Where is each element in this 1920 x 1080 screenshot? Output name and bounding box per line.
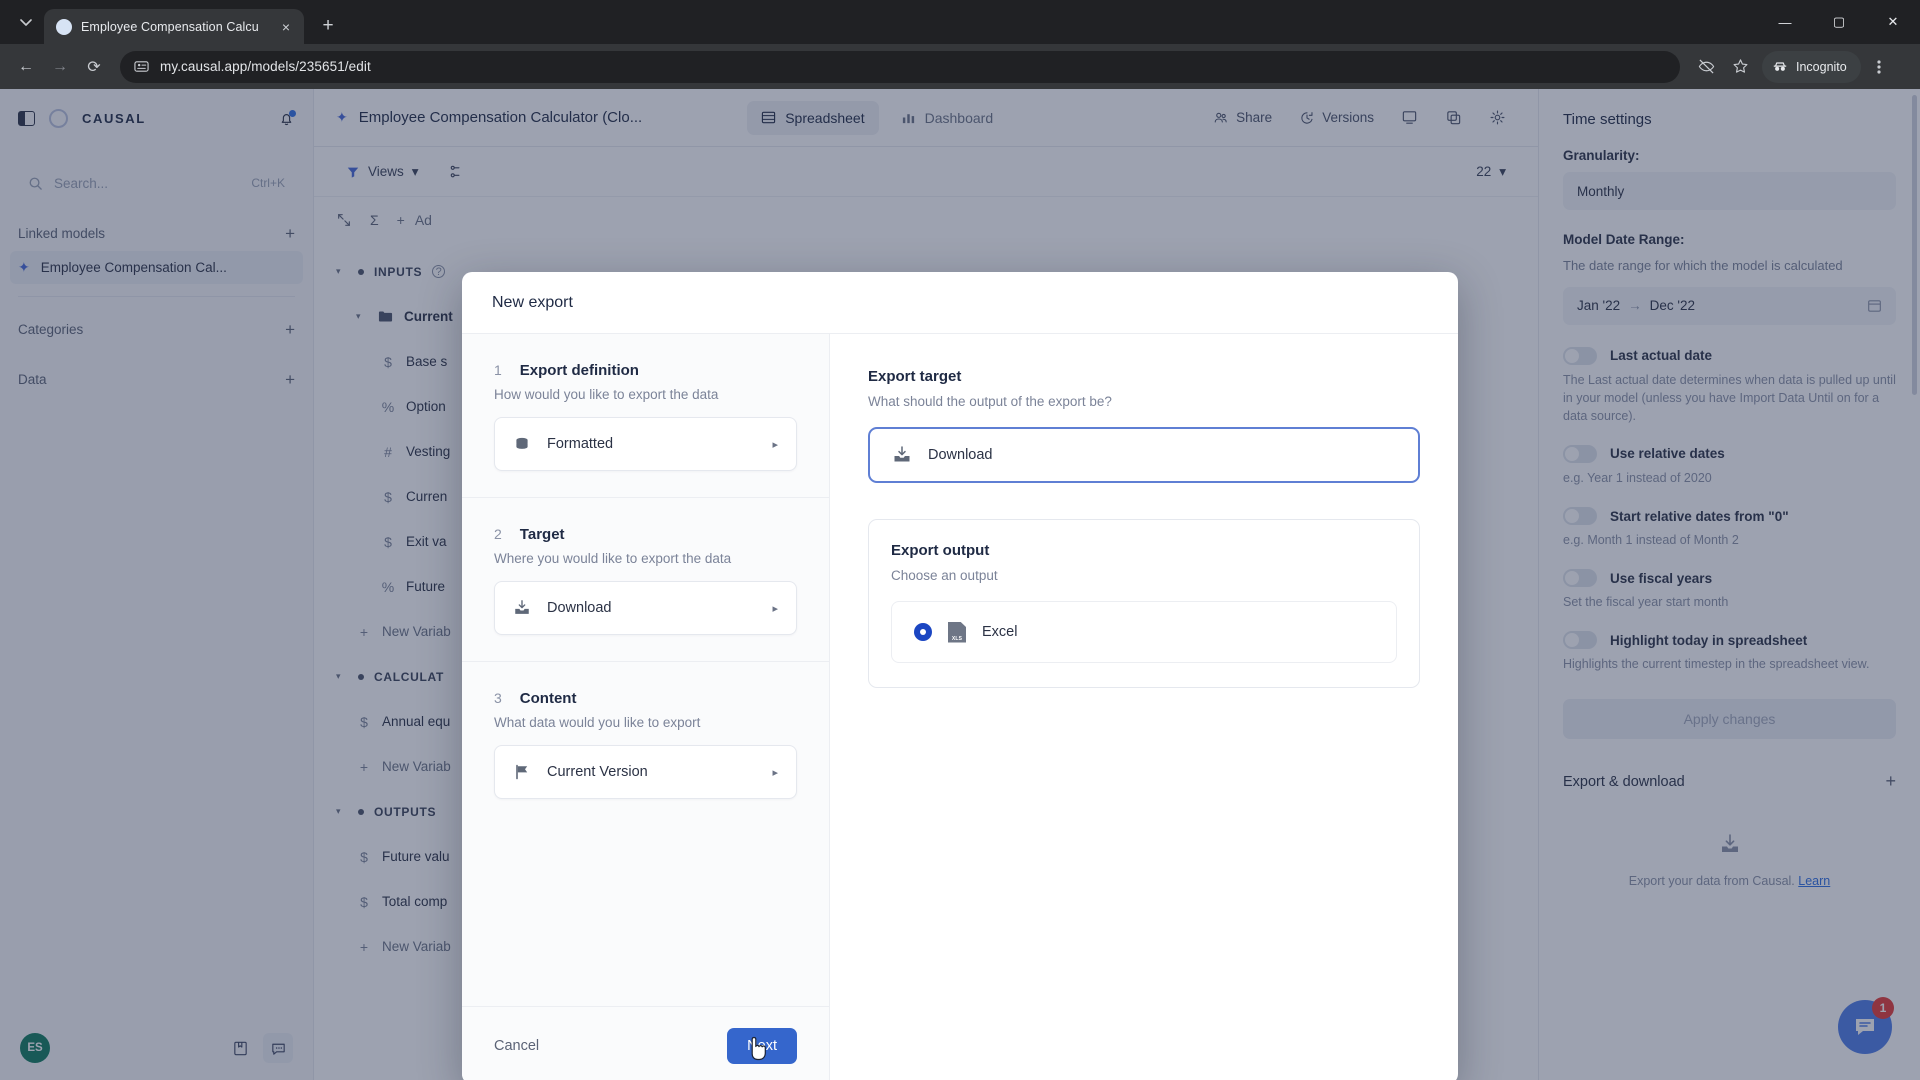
step-subtitle: Where you would like to export the data: [494, 551, 732, 566]
modal-title: New export: [462, 272, 1458, 334]
xls-file-icon: XLS: [948, 621, 966, 643]
export-output-title: Export output: [891, 542, 990, 559]
flag-icon: [513, 763, 531, 781]
content-value: Current Version: [547, 764, 648, 780]
new-export-modal: New export 1 Export definition How would…: [462, 272, 1458, 1080]
export-target-value: Download: [928, 447, 993, 463]
step-number: 3: [494, 690, 502, 706]
download-icon: [513, 599, 531, 617]
download-icon: [892, 445, 912, 465]
export-output-option-excel[interactable]: XLS Excel: [891, 601, 1397, 663]
database-icon: [513, 435, 531, 453]
export-output-option-label: Excel: [982, 624, 1018, 640]
modal-footer: Cancel Next: [462, 1006, 829, 1080]
url-text: my.causal.app/models/235651/edit: [160, 59, 371, 74]
export-definition-select[interactable]: Formatted ▸: [494, 417, 797, 471]
xls-file-icon-text: XLS: [951, 635, 963, 642]
browser-tab[interactable]: Employee Compensation Calcu ×: [44, 9, 304, 44]
app-viewport: CAUSAL Search... Ctrl+K Linked models + …: [0, 89, 1920, 1080]
browser-chrome: Employee Compensation Calcu × + — ▢ ✕ ← …: [0, 0, 1920, 89]
eye-off-icon[interactable]: [1690, 51, 1722, 83]
step-number: 1: [494, 362, 502, 378]
tab-close-icon[interactable]: ×: [276, 17, 296, 37]
back-icon[interactable]: ←: [10, 51, 42, 83]
chevron-right-icon: ▸: [772, 438, 778, 451]
export-target-option-download[interactable]: Download: [868, 427, 1420, 483]
address-bar[interactable]: my.causal.app/models/235651/edit: [120, 50, 1680, 83]
next-button-label: Next: [747, 1037, 777, 1054]
tab-search-icon[interactable]: [12, 8, 40, 36]
target-value: Download: [547, 600, 612, 616]
tab-strip: Employee Compensation Calcu × + — ▢ ✕: [0, 0, 1920, 44]
step-target: 2 Target Where you would like to export …: [462, 498, 829, 662]
content-select[interactable]: Current Version ▸: [494, 745, 797, 799]
step-title: Export definition: [519, 362, 639, 379]
next-button[interactable]: Next: [727, 1027, 797, 1064]
window-minimize-button[interactable]: —: [1758, 0, 1812, 44]
cancel-button[interactable]: Cancel: [494, 1038, 539, 1054]
star-icon[interactable]: [1724, 51, 1756, 83]
window-close-button[interactable]: ✕: [1866, 0, 1920, 44]
step-subtitle: What data would you like to export: [494, 715, 701, 730]
new-tab-button[interactable]: +: [314, 12, 342, 40]
step-title: Content: [519, 690, 577, 707]
export-output-subtitle: Choose an output: [891, 568, 998, 583]
radio-selected-icon[interactable]: [914, 623, 932, 641]
modal-detail-panel: Export target What should the output of …: [830, 334, 1458, 1080]
export-target-subtitle: What should the output of the export be?: [868, 394, 1112, 409]
step-subtitle: How would you like to export the data: [494, 387, 719, 402]
target-select[interactable]: Download ▸: [494, 581, 797, 635]
modal-steps-panel: 1 Export definition How would you like t…: [462, 334, 830, 1080]
forward-icon[interactable]: →: [44, 51, 76, 83]
kebab-menu-icon[interactable]: [1863, 51, 1895, 83]
tab-favicon-icon: [56, 18, 72, 35]
chevron-right-icon: ▸: [772, 766, 778, 779]
window-maximize-button[interactable]: ▢: [1812, 0, 1866, 44]
step-number: 2: [494, 526, 502, 542]
step-export-definition: 1 Export definition How would you like t…: [462, 334, 829, 498]
step-content: 3 Content What data would you like to ex…: [462, 662, 829, 825]
step-title: Target: [519, 526, 565, 543]
export-definition-value: Formatted: [547, 436, 614, 452]
chevron-right-icon: ▸: [772, 602, 778, 615]
export-target-title: Export target: [868, 368, 962, 385]
incognito-label: Incognito: [1796, 59, 1847, 74]
tab-title: Employee Compensation Calcu: [81, 19, 259, 34]
export-output-card: Export output Choose an output XLS Excel: [868, 519, 1420, 688]
incognito-profile-button[interactable]: Incognito: [1762, 50, 1861, 83]
window-controls: — ▢ ✕: [1758, 0, 1920, 44]
browser-toolbar: ← → ⟳ my.causal.app/models/235651/edit I…: [0, 44, 1920, 89]
site-info-icon[interactable]: [134, 59, 149, 74]
reload-icon[interactable]: ⟳: [78, 51, 110, 83]
